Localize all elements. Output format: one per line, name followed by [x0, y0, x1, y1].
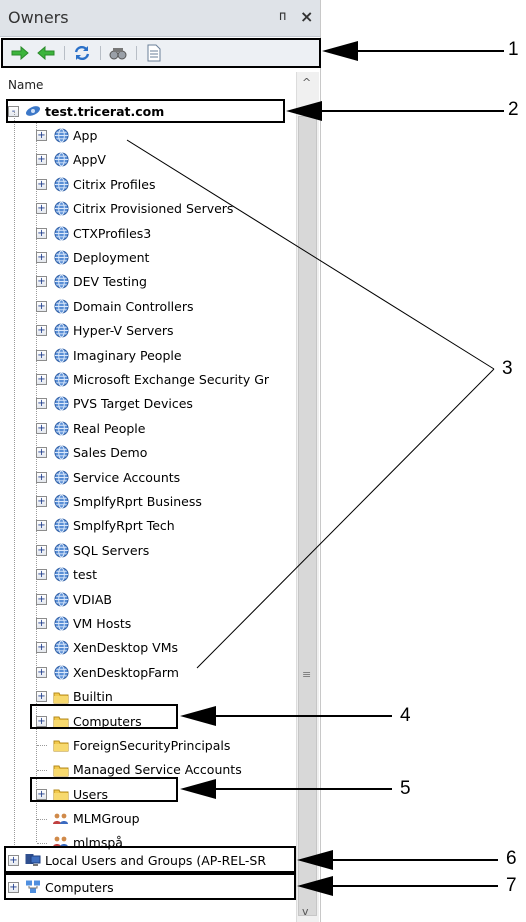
- callout-number: 5: [400, 778, 411, 799]
- computers-root-highlight-box: [4, 873, 296, 900]
- callout-number: 4: [400, 705, 411, 726]
- callout-number: 6: [506, 848, 517, 869]
- computers-highlight-box: [30, 704, 178, 729]
- toolbar-highlight-box: [1, 38, 321, 68]
- callout-line-3a: [126, 139, 495, 370]
- callout-number: 3: [502, 358, 513, 379]
- callout-number: 7: [506, 875, 517, 896]
- domain-highlight-box: [6, 99, 285, 123]
- callout-arrow-6: [297, 850, 333, 870]
- callout-number: 2: [508, 99, 519, 120]
- users-highlight-box: [30, 777, 178, 802]
- callout-arrow-2: [286, 101, 322, 121]
- callout-arrow-1: [322, 41, 358, 61]
- local-users-highlight-box: [4, 846, 296, 873]
- callout-arrow-7: [297, 876, 333, 896]
- callout-number: 1: [508, 39, 519, 60]
- callout-line-3b: [196, 368, 495, 669]
- callout-arrow-4: [180, 706, 216, 726]
- callout-arrow-5: [180, 779, 216, 799]
